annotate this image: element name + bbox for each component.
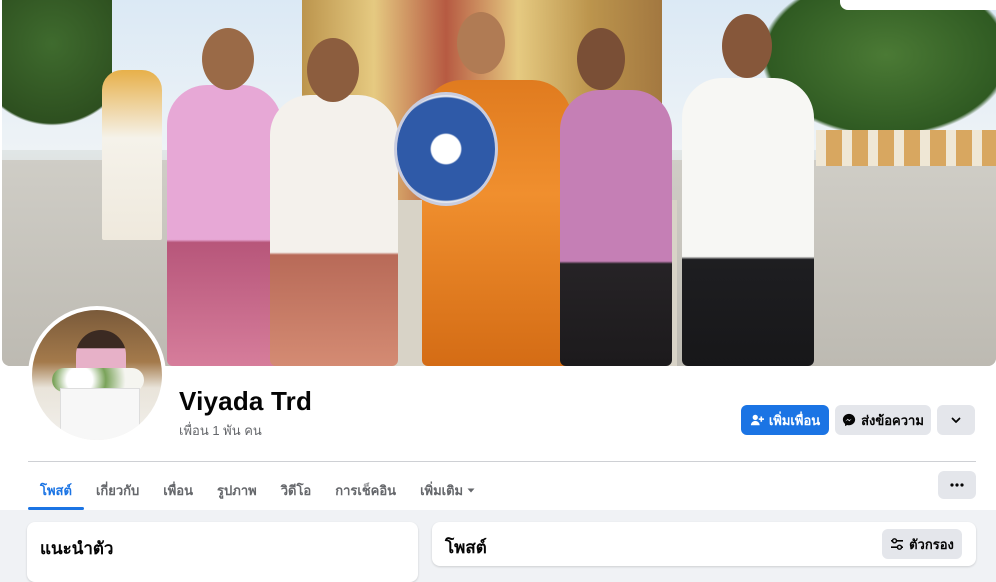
person-woman-pink bbox=[167, 85, 282, 366]
avatar-photo bbox=[32, 310, 162, 440]
filter-icon bbox=[890, 537, 904, 551]
intro-title: แนะนำตัว bbox=[40, 539, 114, 558]
tab-label: รูปภาพ bbox=[217, 482, 257, 498]
profile-name: Viyada Trd bbox=[179, 386, 313, 416]
message-button[interactable]: ส่งข้อความ bbox=[835, 405, 931, 435]
posts-card: โพสต์ ตัวกรอง bbox=[432, 522, 976, 566]
tab-friends[interactable]: เพื่อน bbox=[151, 470, 205, 510]
caret-down-icon bbox=[467, 486, 475, 494]
message-label: ส่งข้อความ bbox=[861, 412, 924, 428]
more-options-button[interactable] bbox=[937, 405, 975, 435]
tabs-more-button[interactable] bbox=[938, 471, 976, 499]
posts-title: โพสต์ bbox=[445, 538, 487, 557]
person-head bbox=[722, 14, 772, 78]
messenger-icon bbox=[842, 413, 856, 427]
profile-tabs: โพสต์ เกี่ยวกับ เพื่อน รูปภาพ วิดีโอ การ… bbox=[28, 470, 487, 510]
filter-button[interactable]: ตัวกรอง bbox=[882, 529, 962, 559]
tab-label: โพสต์ bbox=[40, 482, 72, 498]
railing bbox=[816, 130, 996, 166]
header-divider bbox=[28, 461, 976, 462]
intro-card: แนะนำตัว bbox=[27, 522, 418, 582]
person-head bbox=[202, 28, 254, 90]
top-overlay-pill bbox=[840, 0, 996, 10]
avatar[interactable] bbox=[28, 306, 166, 444]
avatar-podium bbox=[60, 388, 140, 440]
tab-label: เพิ่มเติม bbox=[420, 482, 464, 498]
tab-label: การเช็คอิน bbox=[335, 482, 397, 498]
filter-label: ตัวกรอง bbox=[909, 536, 954, 552]
tab-checkins[interactable]: การเช็คอิน bbox=[323, 470, 408, 510]
tab-more[interactable]: เพิ่มเติม bbox=[408, 470, 487, 510]
add-friend-icon bbox=[750, 413, 764, 427]
more-icon bbox=[950, 483, 964, 487]
cover-photo[interactable] bbox=[2, 0, 996, 366]
tab-label: เกี่ยวกับ bbox=[95, 482, 140, 498]
person-man-white bbox=[682, 78, 814, 366]
tab-posts[interactable]: โพสต์ bbox=[28, 470, 84, 510]
tab-photos[interactable]: รูปภาพ bbox=[205, 470, 269, 510]
add-friend-label: เพิ่มเพื่อน bbox=[768, 412, 821, 428]
person-head bbox=[577, 28, 625, 90]
ceremonial-fan bbox=[394, 92, 498, 206]
tab-label: เพื่อน bbox=[163, 482, 194, 498]
tree-left bbox=[2, 0, 112, 140]
tab-about[interactable]: เกี่ยวกับ bbox=[84, 470, 151, 510]
person-man-purple bbox=[560, 90, 672, 366]
shrine bbox=[102, 70, 162, 240]
tab-label: วิดีโอ bbox=[280, 482, 312, 498]
add-friend-button[interactable]: เพิ่มเพื่อน bbox=[741, 405, 829, 435]
tab-videos[interactable]: วิดีโอ bbox=[269, 470, 324, 510]
person-head bbox=[307, 38, 359, 102]
person-head bbox=[457, 12, 505, 74]
chevron-down-icon bbox=[950, 414, 962, 426]
friends-count[interactable]: เพื่อน 1 พัน คน bbox=[179, 420, 262, 441]
person-woman-white bbox=[270, 95, 398, 366]
profile-header: Viyada Trd เพื่อน 1 พัน คน เพิ่มเพื่อน ส… bbox=[0, 0, 996, 510]
